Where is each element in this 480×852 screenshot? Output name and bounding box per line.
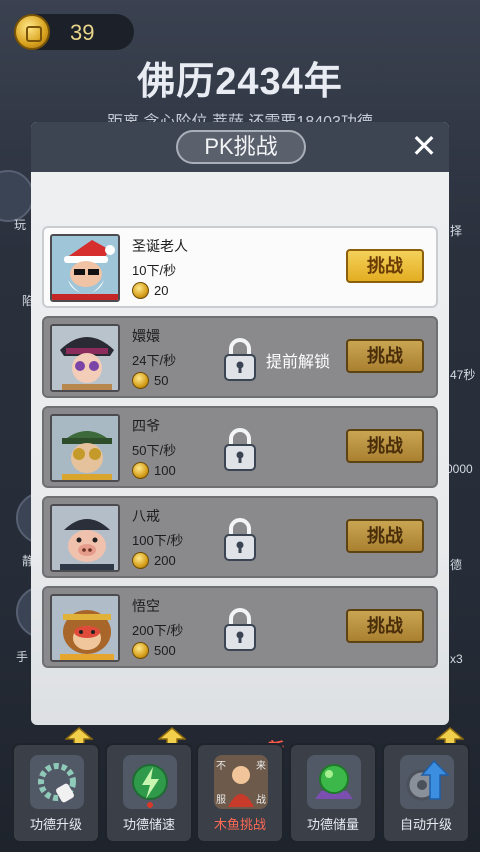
opponent-name: 嬛嬛: [132, 328, 160, 344]
opponent-cost: 100: [132, 462, 176, 482]
opponent-cost: 50: [132, 372, 168, 392]
coin-counter: 39: [14, 14, 134, 50]
coin-icon: [132, 372, 149, 390]
opponent-rate: 100下/秒: [132, 533, 184, 548]
cost-value: 50: [154, 373, 169, 389]
cost-value: 200: [154, 553, 176, 569]
cost-value: 100: [154, 463, 176, 479]
challenge-button[interactable]: 挑战: [346, 519, 424, 553]
close-button[interactable]: ✕: [407, 130, 441, 164]
cost-value: 500: [154, 643, 176, 659]
monk-challenge-icon: 不 来 服 战: [214, 755, 268, 809]
opponent-rate: 200下/秒: [132, 623, 184, 638]
slot-label: 木鱼挑战: [213, 817, 266, 832]
challenge-button[interactable]: 挑战: [346, 429, 424, 463]
slot-auto-upgrade[interactable]: 自动升级: [382, 743, 470, 843]
lock-icon: [222, 338, 258, 382]
svg-text:战: 战: [256, 794, 266, 806]
prayer-beads-icon: [30, 755, 84, 809]
bajie-portrait: [50, 504, 120, 572]
challenge-button[interactable]: 挑战: [346, 609, 424, 643]
side-label-left-4: 手: [16, 650, 29, 664]
opponent-name: 四爷: [132, 418, 160, 434]
slot-merit-storage[interactable]: 功德储量: [289, 743, 377, 843]
side-label-right-2: 47秒: [450, 368, 476, 382]
coin-icon: [132, 462, 149, 480]
slot-label: 功德储速: [122, 817, 175, 832]
opponent-card-santa: 圣诞老人 10下/秒 20 挑战: [42, 226, 438, 308]
opponent-cost: 20: [132, 282, 168, 302]
challenge-button[interactable]: 挑战: [346, 249, 424, 283]
coin-icon: [14, 14, 50, 50]
opponent-rate: 10下/秒: [132, 263, 177, 278]
slot-merit-upgrade[interactable]: 功德升级: [12, 743, 100, 843]
opponent-cost: 200: [132, 552, 176, 572]
modal-header: PK挑战 ✕: [31, 122, 449, 172]
slot-woodfish-challenge[interactable]: 不 来 服 战 木鱼挑战: [196, 743, 284, 843]
lock-icon: [222, 428, 258, 472]
coin-icon: [132, 282, 149, 300]
opponent-rate: 24下/秒: [132, 353, 177, 368]
opponent-card-wukong: 悟空 200下/秒 500 挑战: [42, 586, 438, 668]
opponent-name: 悟空: [132, 598, 160, 614]
cost-value: 20: [154, 283, 169, 299]
opponent-card-bajie: 八戒 100下/秒 200 挑战: [42, 496, 438, 578]
slot-label: 功德储量: [306, 817, 359, 832]
svg-text:不: 不: [216, 761, 226, 772]
opponent-cost: 500: [132, 642, 176, 662]
huanhuan-portrait: [50, 324, 120, 392]
challenge-button[interactable]: 挑战: [346, 339, 424, 373]
opponent-card-huanhuan: 嬛嬛 24下/秒 50 提前解锁 挑战: [42, 316, 438, 398]
svg-text:来: 来: [256, 760, 266, 772]
slot-label: 自动升级: [399, 817, 452, 832]
pk-challenge-modal: PK挑战 ✕ 圣诞老人 10下/秒 20 挑战 嬛嬛 24下/秒 50 提前解锁…: [31, 122, 449, 725]
opponent-card-siye: 四爷 50下/秒 100 挑战: [42, 406, 438, 488]
santa-portrait: [50, 234, 120, 302]
side-label-left-1: 玩: [14, 218, 27, 232]
year-title: 佛历2434年: [137, 61, 343, 103]
coin-count: 39: [70, 20, 95, 45]
coin-icon: [132, 642, 149, 660]
slot-merit-speed[interactable]: 功德储速: [105, 743, 193, 843]
opponent-rate: 50下/秒: [132, 443, 177, 458]
wukong-portrait: [50, 594, 120, 662]
side-label-right-1: 择: [450, 224, 463, 238]
side-label-right-4: 德: [450, 558, 463, 572]
siye-portrait: [50, 414, 120, 482]
side-label-right-3: 0000: [446, 462, 473, 476]
side-label-right-5: x3: [450, 652, 463, 666]
svg-text:服: 服: [216, 794, 226, 806]
gear-arrow-icon: [400, 755, 454, 809]
coin-icon: [132, 552, 149, 570]
lock-icon: [222, 608, 258, 652]
unlock-early-link[interactable]: 提前解锁: [266, 348, 330, 372]
jade-orb-icon: [307, 755, 361, 809]
slot-label: 功德升级: [29, 817, 82, 832]
green-bolt-icon: [123, 755, 177, 809]
opponent-name: 圣诞老人: [132, 238, 188, 254]
modal-title: PK挑战: [176, 130, 306, 164]
opponent-name: 八戒: [132, 508, 160, 524]
lock-icon: [222, 518, 258, 562]
